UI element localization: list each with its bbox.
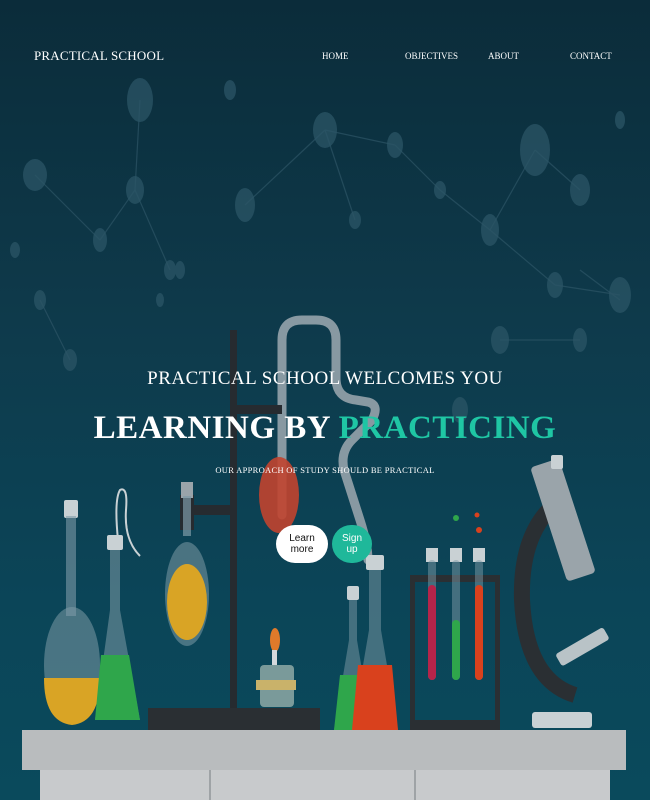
sign-up-button[interactable]: Sign up <box>332 525 372 563</box>
learn-more-button[interactable]: Learn more <box>276 525 328 563</box>
nav-link-home[interactable]: HOME <box>322 51 349 61</box>
test-tube-rack-icon <box>410 512 500 730</box>
orange-flask-icon <box>352 555 398 730</box>
nav-link-objectives[interactable]: OBJECTIVES <box>405 51 458 61</box>
hero-section: PRACTICAL SCHOOL WELCOMES YOU LEARNING B… <box>0 368 650 475</box>
microscope-icon <box>513 455 609 728</box>
volumetric-flask-icon <box>44 500 100 725</box>
headline-accent: PRACTICING <box>338 410 557 446</box>
welcome-heading: PRACTICAL SCHOOL WELCOMES YOU <box>147 368 503 389</box>
headline-main: LEARNING BY <box>93 410 339 446</box>
nav-link-about[interactable]: ABOUT <box>488 51 519 61</box>
nav-link-contact[interactable]: CONTACT <box>570 51 612 61</box>
burner-icon <box>256 628 296 707</box>
lab-table-icon <box>22 730 626 770</box>
erlenmeyer-flask-icon <box>95 488 141 720</box>
top-navbar: PRACTICAL SCHOOL HOME OBJECTIVES ABOUT C… <box>0 0 650 110</box>
brand-logo[interactable]: PRACTICAL SCHOOL <box>34 48 164 64</box>
hero-headline: LEARNING BY PRACTICING <box>0 410 650 447</box>
hero-subline: OUR APPROACH OF STUDY SHOULD BE PRACTICA… <box>215 465 435 475</box>
